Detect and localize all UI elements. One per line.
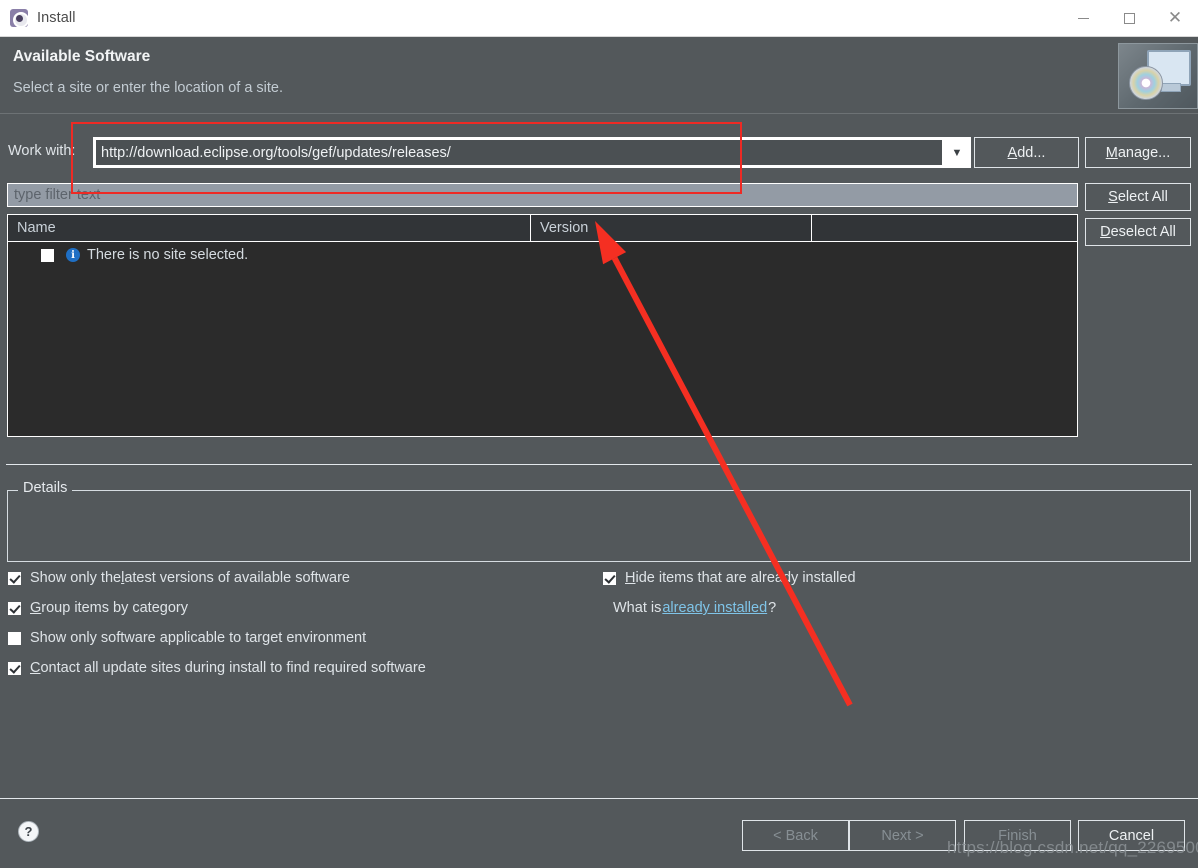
option-contact-all-update-sites-post: ontact all update sites during install t…	[40, 660, 426, 676]
what-is-already-installed: What is already installed?	[613, 600, 776, 616]
option-hide-installed-items-mnemonic: H	[625, 570, 636, 586]
details-legend: Details	[18, 480, 73, 496]
option-group-by-category-post: roup items by category	[41, 600, 188, 616]
deselect-all-label: eselect All	[1110, 224, 1176, 240]
option-hide-installed-items-checkbox[interactable]	[603, 571, 616, 585]
option-show-latest-versions-checkbox[interactable]	[8, 571, 21, 585]
what-is-suffix: ?	[768, 600, 777, 616]
work-with-label: Work with:	[8, 143, 76, 159]
chevron-down-icon[interactable]: ▼	[944, 138, 970, 167]
select-all-label: elect All	[1117, 189, 1168, 205]
maximize-icon	[1123, 12, 1135, 24]
next-button[interactable]: Next >	[849, 820, 956, 851]
work-with-input[interactable]	[96, 140, 942, 165]
maximize-button[interactable]	[1106, 0, 1152, 36]
window-title: Install	[37, 10, 76, 26]
back-button[interactable]: < Back	[742, 820, 849, 851]
filter-input[interactable]: type filter text	[7, 183, 1078, 207]
disc-icon	[1129, 66, 1163, 100]
option-contact-all-update-sites-checkbox[interactable]	[8, 661, 21, 675]
add-button-label: dd...	[1017, 144, 1046, 161]
option-applicable-to-target[interactable]: Show only software applicable to target …	[8, 630, 366, 646]
deselect-all-mnemonic: D	[1100, 224, 1111, 240]
install-dialog: Install ✕ Available Software Select a si…	[0, 0, 1198, 868]
option-hide-installed-items[interactable]: Hide items that are already installed	[603, 570, 856, 586]
add-button-mnemonic: A	[1007, 144, 1018, 161]
column-header-extra[interactable]	[812, 215, 1077, 241]
tree-row[interactable]: i There is no site selected.	[8, 242, 1077, 268]
option-applicable-to-target-pre: Show only software applicable to target …	[30, 630, 367, 646]
manage-button[interactable]: Manage...	[1085, 137, 1191, 168]
option-hide-installed-items-post: ide items that are already installed	[635, 570, 856, 586]
details-group	[7, 490, 1191, 562]
window-controls: ✕	[1060, 0, 1198, 36]
already-installed-link[interactable]: already installed	[662, 600, 767, 616]
select-all-button[interactable]: Select All	[1085, 183, 1191, 211]
available-software-tree[interactable]: Name Version i There is no site selected…	[7, 214, 1078, 437]
option-applicable-to-target-checkbox[interactable]	[8, 631, 21, 645]
option-group-by-category-mnemonic: G	[30, 600, 42, 616]
minimize-icon	[1077, 17, 1089, 19]
install-gear-icon	[10, 9, 29, 28]
tree-body: i There is no site selected.	[8, 242, 1077, 436]
wizard-banner: Available Software Select a site or ente…	[0, 37, 1198, 114]
add-button[interactable]: Add...	[974, 137, 1079, 168]
help-icon[interactable]: ?	[18, 821, 39, 842]
close-icon: ✕	[1167, 7, 1183, 28]
footer-separator	[0, 798, 1198, 799]
page-title: Available Software	[13, 48, 151, 65]
separator	[6, 464, 1192, 465]
tree-row-label: There is no site selected.	[87, 247, 249, 263]
install-disc-monitor-icon	[1118, 43, 1198, 109]
column-header-name[interactable]: Name	[8, 215, 531, 241]
watermark-text: https://blog.csdn.net/qq_22695001	[947, 838, 1198, 857]
option-contact-all-update-sites[interactable]: Contact all update sites during install …	[8, 660, 426, 676]
manage-button-label: anage...	[1117, 144, 1171, 161]
manage-button-mnemonic: M	[1105, 144, 1118, 161]
option-show-latest-versions-pre: Show only the	[30, 570, 122, 586]
page-subtitle: Select a site or enter the location of a…	[13, 80, 284, 96]
option-group-by-category-checkbox[interactable]	[8, 601, 21, 615]
minimize-button[interactable]	[1060, 0, 1106, 36]
work-with-combo[interactable]: ▼	[93, 137, 971, 168]
title-bar: Install ✕	[0, 0, 1198, 37]
column-header-version[interactable]: Version	[531, 215, 812, 241]
option-group-by-category[interactable]: Group items by category	[8, 600, 188, 616]
info-icon: i	[66, 248, 80, 262]
option-contact-all-update-sites-mnemonic: C	[30, 660, 41, 676]
select-all-mnemonic: S	[1108, 189, 1118, 205]
what-is-prefix: What is	[613, 600, 662, 616]
tree-row-checkbox[interactable]	[41, 248, 54, 262]
filter-placeholder: type filter text	[14, 187, 101, 203]
close-button[interactable]: ✕	[1152, 0, 1198, 36]
tree-header: Name Version	[8, 215, 1077, 242]
option-show-latest-versions[interactable]: Show only the l atest versions of availab…	[8, 570, 350, 586]
option-show-latest-versions-post: atest versions of available software	[124, 570, 350, 586]
deselect-all-button[interactable]: Deselect All	[1085, 218, 1191, 246]
